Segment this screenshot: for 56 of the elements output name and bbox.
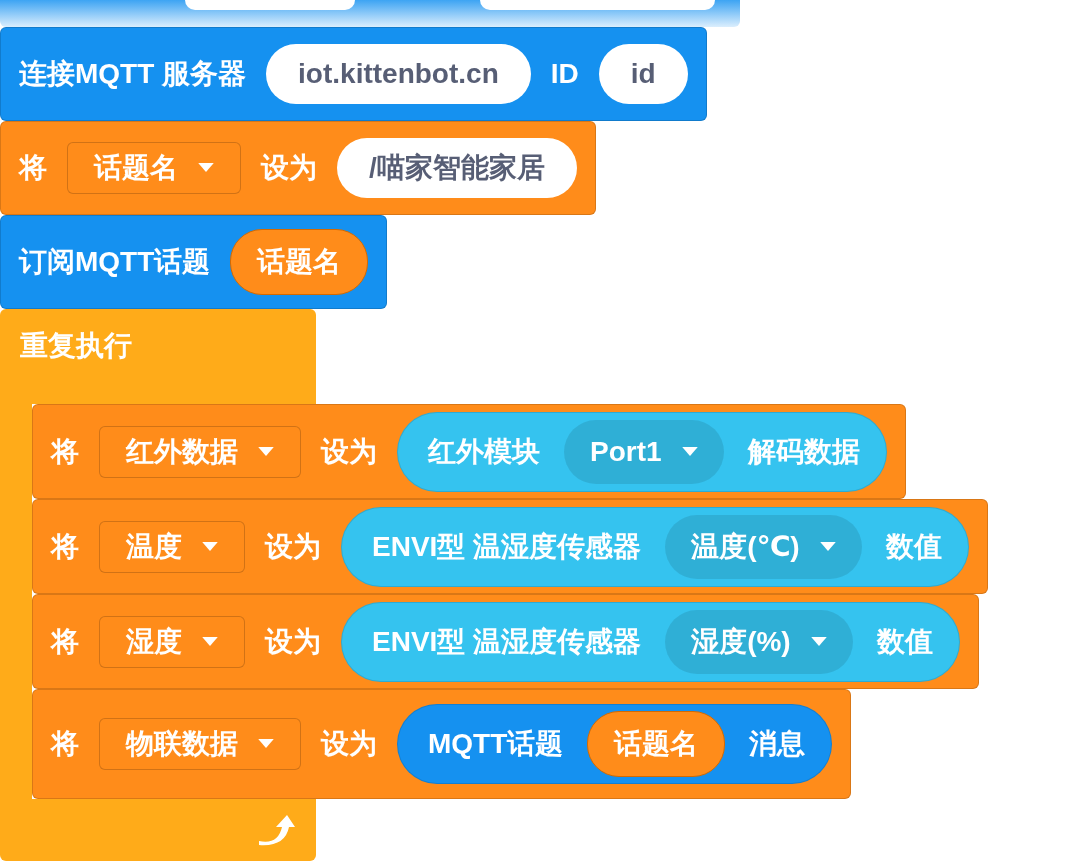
caret-icon [810,636,827,647]
block-label: 数值 [885,529,943,564]
block-label: 红外模块 [428,434,540,469]
command-block[interactable]: 订阅MQTT话题 话题名 [0,215,388,309]
block-label: 将 [51,727,79,761]
block-label: ENVI型 温湿度传感器 [372,624,642,659]
block-label: 消息 [749,727,807,761]
variable-dropdown[interactable]: 红外数据 [99,425,301,478]
block-label: 连接MQTT 服务器 [19,57,247,91]
block-label: 订阅MQTT话题 [19,245,211,279]
block-label: 将 [19,151,47,185]
block-label: 设为 [265,624,321,659]
command-block[interactable]: 连接MQTT 服务器 iot.kittenbot.cn ID id [0,27,707,121]
block-label: 设为 [321,434,377,469]
caret-icon [681,446,698,457]
option-dropdown[interactable]: 温度(℃) [665,514,862,579]
option-dropdown[interactable]: 湿度(%) [665,609,853,674]
caret-icon [819,541,836,552]
block-label: MQTT话题 [428,727,564,761]
block-label: 将 [51,624,79,659]
variable-dropdown[interactable]: 物联数据 [99,718,301,770]
block-label: ENVI型 温湿度传感器 [372,529,642,564]
variable-dropdown[interactable]: 话题名 [67,142,241,194]
block-label: 设为 [265,529,321,564]
block-label: 将 [51,434,79,469]
loop-arrow-icon [256,813,296,847]
variable-reporter[interactable]: 话题名 [587,711,726,777]
caret-icon [258,446,274,457]
variable-dropdown[interactable]: 温度 [99,520,245,573]
reporter-block[interactable]: MQTT话题 话题名 消息 [397,704,833,784]
command-block[interactable]: 将 话题名 设为 /喵家智能家居 [0,121,596,215]
reporter-block[interactable]: 红外模块 Port1 解码数据 [397,411,887,492]
text-input[interactable]: iot.kittenbot.cn [266,44,531,104]
block-label: 设为 [261,151,317,185]
block-label: 数值 [876,624,934,659]
loop-block-top[interactable]: 重复执行 [0,309,316,404]
block-label: 设为 [321,727,377,761]
block-label: 重复执行 [20,330,132,361]
caret-icon [202,541,218,552]
caret-icon [202,636,218,647]
caret-icon [198,163,214,173]
variable-reporter[interactable]: 话题名 [230,229,369,295]
reporter-block[interactable]: ENVI型 温湿度传感器 湿度(%) 数值 [341,601,960,682]
text-input[interactable]: /喵家智能家居 [337,138,577,198]
block-label: 将 [51,529,79,564]
reporter-block[interactable]: ENVI型 温湿度传感器 温度(℃) 数值 [341,506,969,587]
block-label: ID [550,58,579,90]
command-block[interactable]: 将 物联数据 设为 MQTT话题 话题名 消息 [32,689,852,799]
text-input[interactable]: id [598,44,688,104]
caret-icon [258,739,274,749]
variable-dropdown[interactable]: 湿度 [99,615,245,668]
block-label: 解码数据 [747,434,861,469]
command-block[interactable]: 将 红外数据 设为 红外模块 Port1 解码数据 [32,404,906,499]
command-block[interactable]: 将 湿度 设为 ENVI型 温湿度传感器 湿度(%) 数值 [32,594,979,689]
command-block[interactable]: 将 温度 设为 ENVI型 温湿度传感器 温度(℃) 数值 [32,499,988,594]
option-dropdown[interactable]: Port1 [564,419,724,484]
